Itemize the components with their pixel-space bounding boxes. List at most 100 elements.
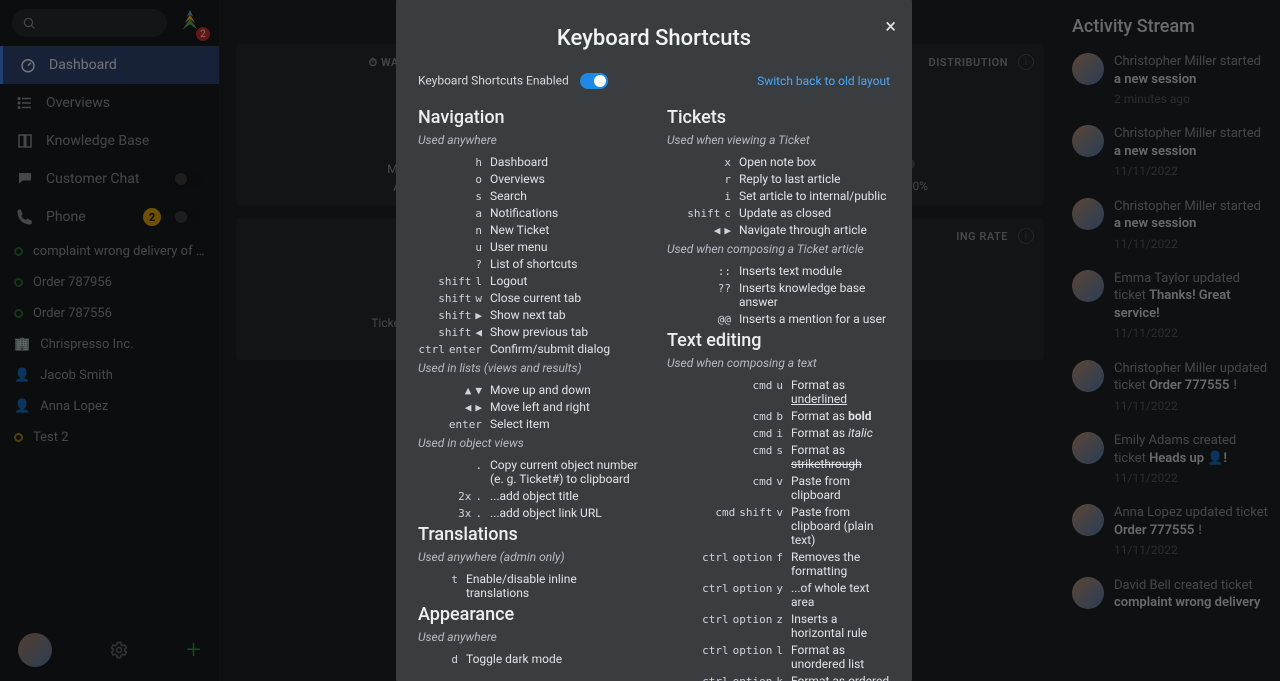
shortcut-keys: s: [418, 190, 482, 203]
shortcut-desc: Confirm/submit dialog: [490, 342, 641, 356]
kbd-key: .: [475, 459, 482, 472]
kbd-key: cmd: [753, 379, 773, 392]
kbd-key: i: [776, 427, 783, 440]
kbd-key: w: [475, 292, 482, 305]
section-title: Appearance: [418, 604, 641, 625]
kbd-key: o: [475, 173, 482, 186]
shortcut-keys: shiftl: [418, 275, 482, 288]
shortcut-row: 2x....add object title: [418, 489, 641, 503]
shortcut-desc: Removes the formatting: [791, 550, 890, 578]
kbd-key: ▼: [475, 384, 482, 397]
shortcut-desc: Dashboard: [490, 155, 641, 169]
shortcut-row: cmdbFormat as bold: [667, 409, 890, 423]
kbd-key: ctrl: [418, 343, 445, 356]
kbd-key: d: [451, 653, 458, 666]
shortcut-desc: Format as strikethrough: [791, 443, 890, 471]
shortcut-keys: cmdb: [667, 410, 783, 423]
kbd-key: option: [733, 551, 773, 564]
shortcut-keys: ▲▼: [418, 384, 482, 397]
shortcut-row: ctrloptionz Inserts a horizontal rule: [667, 612, 890, 640]
shortcut-row: cmdshiftv Paste from clipboard (plain tex…: [667, 505, 890, 547]
shortcut-row: ::Inserts text module: [667, 264, 890, 278]
shortcut-row: iSet article to internal/public: [667, 189, 890, 203]
shortcut-desc: ...add object title: [490, 489, 641, 503]
shortcut-row: aNotifications: [418, 206, 641, 220]
shortcut-keys: r: [667, 173, 731, 186]
kbd-key: shift: [438, 292, 471, 305]
shortcut-desc: Move up and down: [490, 383, 641, 397]
kbd-key: shift: [438, 326, 471, 339]
kbd-key: v: [776, 506, 783, 519]
section-title: Text editing: [667, 330, 890, 351]
shortcut-desc: Format as italic: [791, 426, 890, 440]
shortcut-keys: 3x.: [418, 507, 482, 520]
shortcut-keys: o: [418, 173, 482, 186]
kbd-key: shift: [438, 275, 471, 288]
shortcut-row: shiftw Close current tab: [418, 291, 641, 305]
shortcut-keys: cmdv: [667, 475, 783, 488]
shortcut-desc: Reply to last article: [739, 172, 890, 186]
shortcut-desc: Overviews: [490, 172, 641, 186]
kbd-key: option: [733, 613, 773, 626]
shortcut-desc: ...of whole text area: [791, 581, 890, 609]
shortcut-keys: u: [418, 241, 482, 254]
kbd-key: option: [733, 582, 773, 595]
shortcut-keys: cmds: [667, 444, 783, 457]
shortcut-keys: ctrloptionz: [667, 613, 783, 626]
kbd-key: @@: [718, 313, 731, 326]
close-icon[interactable]: ×: [885, 14, 896, 38]
shortcut-desc: Move left and right: [490, 400, 641, 414]
shortcut-row: nNew Ticket: [418, 223, 641, 237]
keyboard-shortcuts-modal: × Keyboard Shortcuts Keyboard Shortcuts …: [396, 0, 912, 681]
kbd-key: cmd: [753, 475, 773, 488]
kbd-key: option: [733, 675, 773, 681]
kbd-key: h: [475, 156, 482, 169]
kbd-key: cmd: [753, 444, 773, 457]
shortcut-desc: Format as underlined: [791, 378, 890, 406]
switch-old-layout-link[interactable]: Switch back to old layout: [757, 74, 890, 88]
kbd-key: l: [776, 644, 783, 657]
shortcut-row: uUser menu: [418, 240, 641, 254]
shortcut-row: shift▶Show next tab: [418, 308, 641, 322]
shortcut-row: ctrloptionlFormat as unordered list: [667, 643, 890, 671]
kbd-key: ctrl: [702, 675, 729, 681]
kbd-key: ◀: [465, 401, 472, 414]
shortcut-keys: .: [418, 459, 482, 472]
shortcut-keys: ::: [667, 265, 731, 278]
shortcut-desc: New Ticket: [490, 223, 641, 237]
shortcut-desc: Navigate through article: [739, 223, 890, 237]
modal-title: Keyboard Shortcuts: [418, 26, 890, 51]
section-context: Used in object views: [418, 436, 641, 450]
shortcut-desc: Inserts text module: [739, 264, 890, 278]
shortcut-row: ◀▶Move left and right: [418, 400, 641, 414]
shortcut-row: cmds Format as strikethrough: [667, 443, 890, 471]
shortcut-keys: a: [418, 207, 482, 220]
shortcut-keys: cmdshiftv: [667, 506, 783, 519]
section-context: Used when composing a text: [667, 356, 890, 370]
shortcut-desc: Paste from clipboard (plain text): [791, 505, 890, 547]
kbd-key: ??: [718, 282, 731, 295]
shortcut-desc: Show next tab: [490, 308, 641, 322]
kbd-key: .: [475, 507, 482, 520]
shortcut-row: ctrloptionfRemoves the formatting: [667, 550, 890, 578]
kbd-key: s: [776, 444, 783, 457]
shortcut-desc: Close current tab: [490, 291, 641, 305]
shortcut-row: 3x....add object link URL: [418, 506, 641, 520]
shortcut-desc: Enable/disable inline translations: [466, 572, 641, 600]
kbd-key: shift: [687, 207, 720, 220]
kbd-key: ctrl: [702, 644, 729, 657]
shortcut-row: ▲▼ Move up and down: [418, 383, 641, 397]
shortcut-keys: ◀▶: [667, 224, 731, 237]
shortcut-desc: Inserts a mention for a user: [739, 312, 890, 326]
kbd-key: y: [776, 582, 783, 595]
kbd-key: ctrl: [702, 551, 729, 564]
kbd-key: enter: [449, 418, 482, 431]
shortcut-row: shiftcUpdate as closed: [667, 206, 890, 220]
shortcut-keys: x: [667, 156, 731, 169]
kbd-key: ctrl: [702, 582, 729, 595]
shortcuts-enabled-toggle[interactable]: [580, 73, 608, 89]
shortcut-keys: ctrloptionk: [667, 675, 783, 681]
shortcut-desc: Set article to internal/public: [739, 189, 890, 203]
shortcut-desc: Inserts a horizontal rule: [791, 612, 890, 640]
shortcut-keys: ??: [667, 282, 731, 295]
